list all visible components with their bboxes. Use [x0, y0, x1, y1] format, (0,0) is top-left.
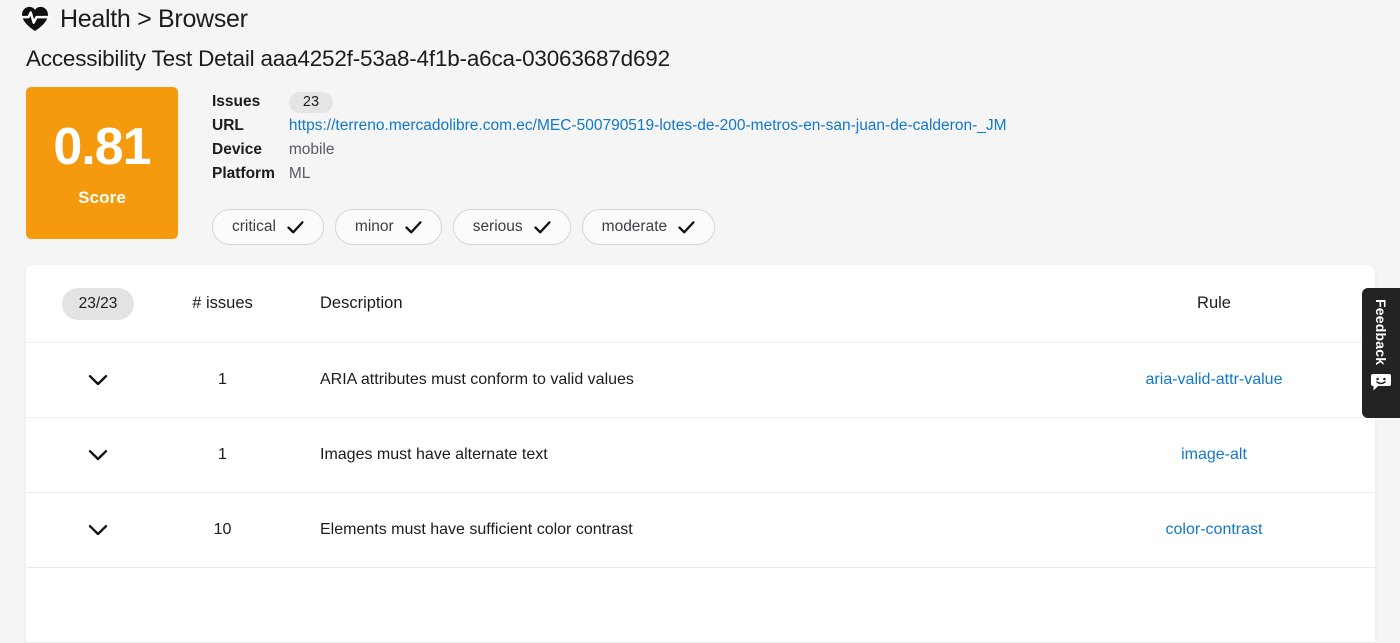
- row-rule: aria-valid-attr-value: [1075, 371, 1375, 389]
- chevron-down-icon[interactable]: [88, 374, 108, 387]
- rule-link[interactable]: image-alt: [1181, 446, 1247, 463]
- chip-critical-label: critical: [232, 218, 276, 235]
- chip-critical[interactable]: critical: [212, 209, 324, 245]
- summary-section: 0.81 Score Issues 23 URL https://terreno…: [26, 87, 1400, 245]
- metadata-value-platform: ML: [288, 165, 311, 182]
- row-rule: color-contrast: [1075, 521, 1375, 539]
- check-icon: [678, 220, 695, 234]
- metadata-key-platform: Platform: [212, 165, 275, 182]
- feedback-tab[interactable]: Feedback: [1362, 288, 1400, 418]
- metadata-value-url: https://terreno.mercadolibre.com.ec/MEC-…: [289, 114, 1007, 138]
- check-icon: [287, 220, 304, 234]
- metadata-row-url: URL https://terreno.mercadolibre.com.ec/…: [212, 114, 1007, 138]
- chip-serious-label: serious: [472, 218, 523, 235]
- row-description: ARIA attributes must conform to valid va…: [320, 371, 634, 388]
- metadata-panel: Issues 23 URL https://terreno.mercadolib…: [212, 87, 1007, 245]
- chevron-down-icon[interactable]: [88, 449, 108, 462]
- check-icon: [534, 220, 551, 234]
- breadcrumb: Health > Browser: [0, 0, 1400, 36]
- row-description: Elements must have sufficient color cont…: [320, 521, 633, 538]
- table-row-partial: [26, 568, 1375, 643]
- chip-moderate-label: moderate: [601, 218, 668, 235]
- score-value: 0.81: [53, 117, 151, 176]
- row-expand-toggle[interactable]: [26, 449, 170, 462]
- breadcrumb-label: Health > Browser: [60, 5, 248, 33]
- metadata-table: Issues 23 URL https://terreno.mercadolib…: [212, 90, 1007, 186]
- score-card: 0.81 Score: [26, 87, 178, 239]
- table-row: 1 Images must have alternate text image-…: [26, 418, 1375, 493]
- heart-pulse-icon: [20, 6, 50, 32]
- chip-moderate[interactable]: moderate: [581, 209, 716, 245]
- score-label: Score: [78, 187, 126, 207]
- header-cell-description: Description: [320, 294, 403, 312]
- metadata-key-url: URL: [212, 117, 244, 134]
- row-description: Images must have alternate text: [320, 446, 548, 463]
- metadata-row-device: Device mobile: [212, 138, 1007, 162]
- severity-filter-chips: critical minor serious moderate: [212, 209, 1007, 245]
- row-issue-count: 1: [218, 371, 227, 388]
- table-row: 10 Elements must have sufficient color c…: [26, 493, 1375, 568]
- chip-minor[interactable]: minor: [334, 209, 442, 245]
- row-issue-count: 10: [213, 521, 232, 538]
- rule-link[interactable]: color-contrast: [1166, 521, 1263, 538]
- row-rule: image-alt: [1075, 446, 1375, 464]
- row-expand-toggle[interactable]: [26, 374, 170, 387]
- issues-count-badge: 23: [288, 91, 334, 113]
- header-cell-count-badge: 23/23: [26, 287, 170, 320]
- chevron-down-icon[interactable]: [88, 524, 108, 537]
- row-expand-toggle[interactable]: [26, 524, 170, 537]
- metadata-key-issues: Issues: [212, 93, 261, 110]
- feedback-label: Feedback: [1373, 299, 1389, 366]
- page-title: Accessibility Test Detail aaa4252f-53a8-…: [26, 46, 670, 71]
- chip-serious[interactable]: serious: [452, 209, 571, 245]
- smiley-bubble-icon: [1371, 365, 1391, 391]
- header-cell-issues: # issues: [192, 294, 253, 312]
- metadata-row-platform: Platform ML: [212, 162, 1007, 186]
- issues-table: 23/23 # issues Description Rule 1 ARIA a…: [26, 265, 1375, 643]
- chip-minor-label: minor: [354, 218, 394, 235]
- tested-url-link[interactable]: https://terreno.mercadolibre.com.ec/MEC-…: [289, 117, 1007, 134]
- header-cell-rule: Rule: [1197, 294, 1231, 312]
- check-icon: [405, 220, 422, 234]
- metadata-row-issues: Issues 23: [212, 90, 1007, 114]
- metadata-value-issues: 23: [288, 90, 1007, 114]
- table-header-row: 23/23 # issues Description Rule: [26, 265, 1375, 343]
- issues-shown-badge[interactable]: 23/23: [61, 287, 135, 320]
- table-row: 1 ARIA attributes must conform to valid …: [26, 343, 1375, 418]
- metadata-key-device: Device: [212, 141, 262, 158]
- metadata-value-device: mobile: [288, 141, 335, 158]
- row-issue-count: 1: [218, 446, 227, 463]
- rule-link[interactable]: aria-valid-attr-value: [1146, 371, 1283, 388]
